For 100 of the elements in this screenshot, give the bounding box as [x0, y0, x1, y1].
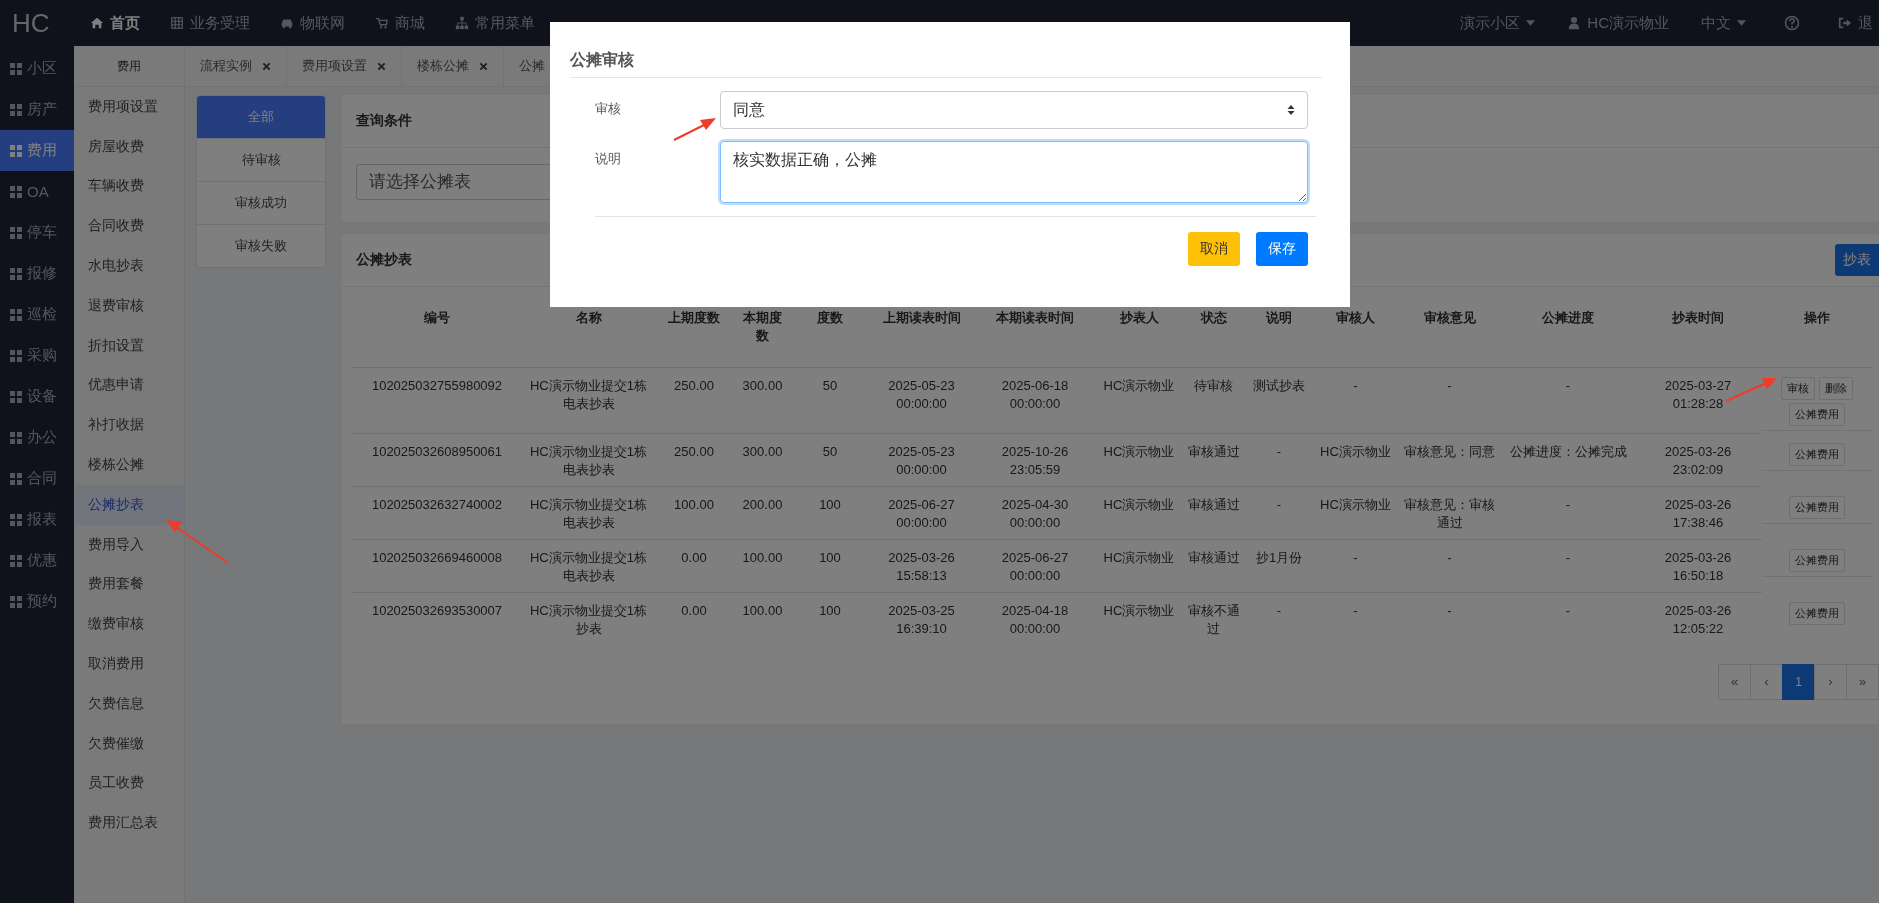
- submenu-item[interactable]: 车辆收费: [74, 166, 184, 207]
- close-icon[interactable]: [479, 61, 488, 71]
- sidebar-item[interactable]: 优惠: [0, 540, 74, 581]
- sidebar-item[interactable]: 报修: [0, 253, 74, 294]
- page-button[interactable]: ›: [1814, 663, 1847, 700]
- submenu-item[interactable]: 取消费用: [74, 644, 184, 684]
- table-cell: -: [1565, 603, 1571, 618]
- submenu-item[interactable]: 退费审核: [74, 286, 184, 326]
- filter-tab[interactable]: 全部: [197, 96, 325, 139]
- page-tab[interactable]: 流程实例: [185, 46, 287, 86]
- user-menu[interactable]: HC演示物业: [1555, 13, 1681, 33]
- grid-icon: [10, 554, 22, 567]
- table-cell: 100: [819, 497, 841, 512]
- table-cell: 抄1月份: [1255, 550, 1303, 565]
- logo[interactable]: HC: [0, 7, 72, 39]
- sidebar-item[interactable]: 办公: [0, 417, 74, 458]
- cancel-button[interactable]: 取消: [1188, 232, 1240, 266]
- table-cell: 250.00: [674, 378, 714, 393]
- nav-item[interactable]: 业务受理: [158, 13, 262, 33]
- table-cell: 100.00: [742, 603, 783, 618]
- grid-icon: [10, 267, 22, 280]
- nav-item[interactable]: 物联网: [268, 13, 357, 33]
- page-button[interactable]: 1: [1782, 663, 1815, 700]
- table-cell: 102025032669460008: [371, 550, 503, 565]
- row-action-button[interactable]: 公摊费用: [1789, 601, 1845, 625]
- submenu-item[interactable]: 欠费催缴: [74, 723, 184, 764]
- submenu-item[interactable]: 楼栋公摊: [74, 445, 184, 485]
- logout-link[interactable]: 退: [1826, 13, 1879, 33]
- table-cell: 2025-03-26 16:50:18: [1664, 550, 1732, 583]
- table-cell: 审核通过: [1187, 550, 1240, 565]
- table-cell: -: [1276, 497, 1282, 512]
- submenu-item[interactable]: 员工收费: [74, 763, 184, 804]
- cart-icon: [375, 16, 389, 30]
- row-action-button[interactable]: 公摊费用: [1789, 403, 1845, 426]
- save-button[interactable]: 保存: [1256, 232, 1308, 266]
- submenu-item[interactable]: 费用导入: [74, 524, 184, 565]
- sidebar-item[interactable]: 预约: [0, 581, 74, 622]
- field-label: 审核: [595, 100, 622, 118]
- read-meter-button[interactable]: 抄表: [1835, 244, 1879, 276]
- language-dropdown[interactable]: 中文: [1689, 13, 1758, 33]
- user-icon: [1567, 16, 1582, 30]
- submenu-item[interactable]: 缴费审核: [74, 604, 184, 645]
- submenu-item[interactable]: 房屋收费: [74, 126, 184, 167]
- table-cell: -: [1353, 550, 1358, 565]
- row-action-button[interactable]: 审核: [1781, 377, 1815, 400]
- table-cell: 300.00: [742, 378, 783, 393]
- table-cell: -: [1447, 378, 1452, 393]
- table-cell: 2025-03-26 23:02:09: [1664, 444, 1732, 477]
- help-icon[interactable]: [1784, 15, 1800, 31]
- submenu-item[interactable]: 费用套餐: [74, 564, 184, 605]
- submenu-item[interactable]: 折扣设置: [74, 325, 184, 366]
- table-cell: -: [1447, 603, 1452, 618]
- sidebar-item[interactable]: 设备: [0, 376, 74, 417]
- nav-item[interactable]: 常用菜单: [443, 13, 547, 33]
- table-cell: 100: [819, 550, 841, 565]
- grid-icon: [10, 308, 22, 321]
- table-cell: 审核通过: [1187, 497, 1240, 512]
- submenu-item[interactable]: 合同收费: [74, 206, 184, 247]
- remark-textarea[interactable]: 核实数据正确，公摊: [720, 141, 1308, 203]
- sidebar-item[interactable]: 合同: [0, 458, 74, 499]
- submenu-item[interactable]: 优惠申请: [74, 365, 184, 406]
- filter-tab[interactable]: 待审核: [197, 139, 325, 182]
- page-button[interactable]: «: [1718, 663, 1751, 700]
- close-icon[interactable]: [262, 61, 271, 71]
- filter-tab[interactable]: 审核成功: [197, 182, 325, 225]
- table-cell: HC演示物业提交1栋电表抄表: [530, 444, 647, 477]
- submenu-item[interactable]: 费用项设置: [74, 87, 184, 127]
- sidebar-item[interactable]: 小区: [0, 48, 74, 89]
- column-header: 上期度数: [668, 310, 720, 325]
- row-action-button[interactable]: 删除: [1819, 377, 1853, 400]
- row-action-button[interactable]: 公摊费用: [1789, 495, 1845, 519]
- submenu-item[interactable]: 欠费信息: [74, 683, 184, 724]
- table-cell: 审核意见：同意: [1404, 444, 1495, 459]
- sitemap-icon: [455, 16, 469, 30]
- close-icon[interactable]: [377, 61, 386, 71]
- sidebar-item[interactable]: 巡检: [0, 294, 74, 335]
- table-cell: -: [1276, 444, 1282, 459]
- submenu-item[interactable]: 补打收据: [74, 405, 184, 446]
- sidebar-item[interactable]: OA: [0, 171, 74, 212]
- sidebar-item[interactable]: 房产: [0, 89, 74, 130]
- sidebar-item[interactable]: 采购: [0, 335, 74, 376]
- sidebar-item[interactable]: 费用: [0, 130, 74, 171]
- sidebar-item[interactable]: 报表: [0, 499, 74, 540]
- nav-item[interactable]: 首页: [78, 13, 152, 33]
- page-tab[interactable]: 费用项设置: [287, 46, 402, 86]
- sidebar-item[interactable]: 停车: [0, 212, 74, 253]
- submenu-item[interactable]: 水电抄表: [74, 246, 184, 286]
- row-action-button[interactable]: 公摊费用: [1789, 548, 1845, 572]
- nav-item[interactable]: 商城: [363, 13, 437, 33]
- submenu-item[interactable]: 公摊抄表: [74, 484, 184, 525]
- page-tab[interactable]: 楼栋公摊: [402, 46, 504, 86]
- table-cell: HC演示物业: [1103, 444, 1175, 459]
- filter-tab[interactable]: 审核失败: [197, 225, 325, 267]
- submenu-item[interactable]: 费用汇总表: [74, 803, 184, 844]
- row-action-button[interactable]: 公摊费用: [1789, 442, 1845, 466]
- table-cell: -: [1565, 550, 1571, 565]
- annotation-arrow: [166, 520, 229, 564]
- community-dropdown[interactable]: 演示小区: [1448, 13, 1548, 33]
- page-button[interactable]: »: [1846, 663, 1879, 700]
- review-select[interactable]: 同意: [720, 91, 1308, 129]
